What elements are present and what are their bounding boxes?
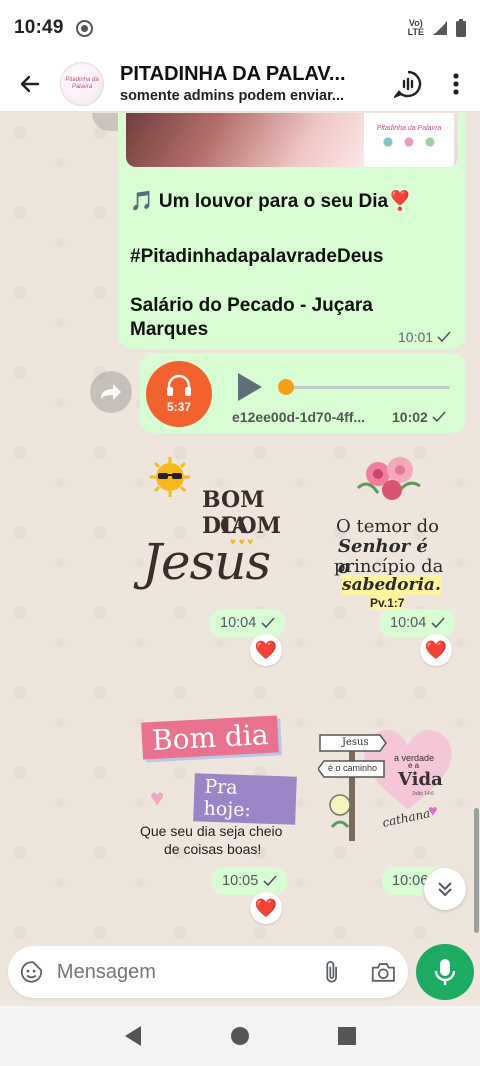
volte-indicator: Vo) LTE (407, 18, 424, 37)
roses-icon (356, 457, 421, 500)
arrow-left-icon (20, 75, 40, 92)
forward-button[interactable] (90, 371, 132, 413)
message-time: 10:01 (398, 329, 434, 345)
sticker-text: Bom dia (141, 715, 280, 760)
voice-chat-button[interactable] (384, 70, 432, 98)
audio-filename: e12ee00d-1d70-4ff... (232, 409, 366, 425)
message-image[interactable]: Pitadinha da Palavra (126, 113, 458, 167)
sun-sunglasses-icon (150, 457, 190, 497)
sticker-temor-do-senhor[interactable]: O temor do Senhor é o princípio da sabed… (330, 448, 446, 610)
chat-title-area[interactable]: PITADINHA DA PALAV... somente admins pod… (120, 63, 384, 104)
message-line: 🎵 Um louvor para o seu Dia❣️ (130, 191, 412, 212)
voice-record-button[interactable] (416, 944, 474, 1000)
sticker-bom-dia-pra-hoje[interactable]: Bom dia Pra hoje: ♥ Que seu dia seja che… (136, 713, 297, 863)
sticker-text: princípio da (334, 556, 444, 577)
sticker-text: Vida (398, 769, 443, 790)
sticker-text: Que seu dia seja cheio (140, 823, 283, 839)
attach-icon[interactable] (322, 958, 341, 986)
sticker-jesus-caminho[interactable]: Jesus é o caminho a verdade e a Vida Joã… (316, 719, 462, 849)
scroll-to-bottom-button[interactable] (424, 868, 466, 910)
microphone-icon (435, 959, 455, 985)
sticker-text: Jesus (142, 533, 271, 591)
message-bubble-text[interactable]: Pitadinha da Palavra 🎵 Um louvor para o … (118, 113, 466, 349)
signal-icon (433, 21, 447, 35)
check-icon (432, 411, 446, 423)
screen-record-icon (75, 19, 93, 37)
chat-title: PITADINHA DA PALAV... (120, 63, 346, 85)
audio-avatar: 5:37 (146, 361, 212, 427)
message-meta: 10:01 (398, 329, 451, 345)
more-vert-icon (453, 72, 459, 95)
sticker-text: Jesus (342, 737, 369, 748)
menu-button[interactable] (432, 72, 480, 96)
check-icon (263, 875, 277, 887)
sticker-icon[interactable] (20, 959, 43, 985)
headphones-icon (167, 374, 191, 396)
sticker-text: é o caminho (328, 763, 378, 773)
nav-recents-icon[interactable] (337, 1026, 357, 1046)
message-line: Salário do Pecado - Juçara (130, 295, 373, 316)
nav-back-icon[interactable] (123, 1025, 143, 1047)
message-meta: 10:02 (392, 409, 446, 425)
chat-area[interactable]: Pitadinha da Palavra 🎵 Um louvor para o … (0, 113, 480, 948)
back-button[interactable] (0, 72, 60, 96)
audio-duration: 5:37 (166, 400, 192, 414)
message-bubble-audio[interactable]: 5:37 e12ee00d-1d70-4ff... 10:02 (140, 353, 466, 433)
double-chevron-down-icon (438, 882, 452, 897)
system-navigation-bar (0, 1006, 480, 1066)
message-input[interactable] (56, 960, 322, 984)
message-line: #PitadinhadapalavradeDeus (130, 246, 384, 267)
check-icon (437, 331, 451, 343)
audio-progress-knob[interactable] (278, 379, 294, 395)
nav-home-icon[interactable] (230, 1026, 250, 1046)
sticker-time: 10:04 (380, 609, 456, 637)
battery-icon (456, 19, 466, 37)
sticker-text: João 14:6 (412, 791, 434, 797)
image-card: Pitadinha da Palavra (364, 113, 454, 167)
sticker-bom-dia-com-jesus[interactable]: BOM DIA COM ♥ ♥ ♥ Jesus (138, 455, 294, 605)
heart-icon: ♥ (428, 803, 438, 820)
reaction-heart[interactable]: ❤️ (250, 892, 282, 924)
chat-subtitle: somente admins podem enviar... (120, 88, 345, 104)
sticker-text: Pv.1:7 (370, 596, 405, 610)
camera-icon[interactable] (371, 960, 396, 984)
sticker-time: 10:04 (210, 609, 286, 637)
sticker-text: Pra hoje: (193, 773, 297, 825)
message-composer (8, 946, 408, 998)
play-button[interactable] (238, 373, 262, 401)
reaction-heart[interactable]: ❤️ (250, 634, 282, 666)
message-line: Marques (130, 319, 209, 340)
message-time: 10:02 (392, 409, 428, 425)
sticker-text: sabedoria. (342, 575, 441, 595)
audio-wave-icon (394, 70, 422, 98)
check-icon (261, 617, 275, 629)
audio-progress-track[interactable] (286, 386, 450, 389)
sticker-text: de coisas boas! (164, 841, 262, 857)
reaction-heart[interactable]: ❤️ (420, 634, 452, 666)
heart-icon: ♥ (150, 785, 165, 812)
chat-header: Pitadinha da Palavra PITADINHA DA PALAV.… (0, 56, 480, 112)
clock: 10:49 (14, 17, 64, 38)
group-avatar[interactable]: Pitadinha da Palavra (60, 61, 104, 106)
sticker-text: O temor do (336, 516, 439, 537)
forward-icon (101, 384, 121, 400)
sticker-time: 10:05 (212, 867, 288, 895)
scrollbar-thumb[interactable] (474, 808, 479, 933)
status-bar: 10:49 Vo) LTE (0, 0, 480, 56)
check-icon (431, 617, 445, 629)
